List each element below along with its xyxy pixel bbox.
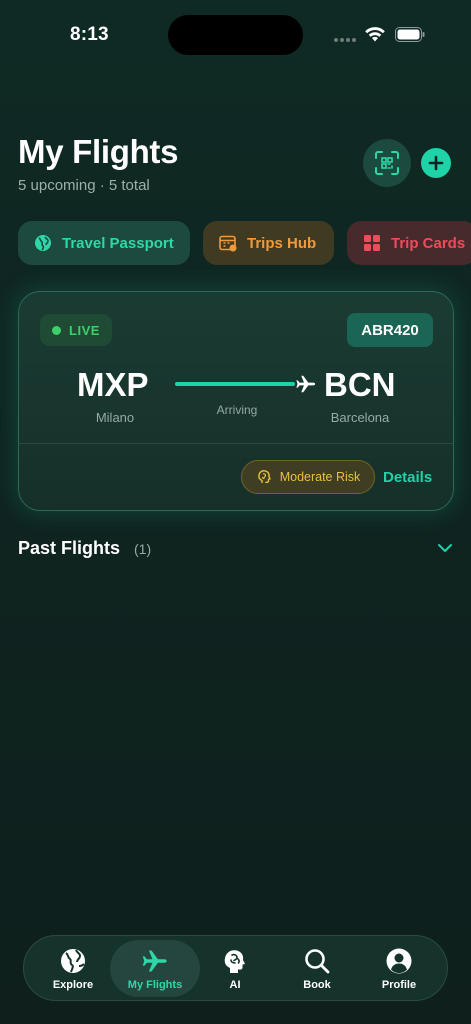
chip-label: Trip Cards bbox=[391, 234, 466, 252]
status-bar: 8:13 bbox=[0, 0, 471, 70]
card-divider bbox=[19, 443, 453, 444]
origin-city: Milano bbox=[95, 410, 135, 425]
route-progress-line bbox=[175, 382, 295, 386]
airplane-icon bbox=[142, 950, 167, 972]
globe-icon bbox=[35, 235, 51, 251]
flight-card[interactable]: LIVE ABR420 MXP Milano Arriving BCN Barc… bbox=[18, 291, 454, 511]
destination-city: Barcelona bbox=[330, 410, 390, 425]
tab-label: AI bbox=[229, 979, 241, 991]
tab-label: Explore bbox=[52, 979, 94, 991]
calendar-icon bbox=[219, 235, 237, 252]
dynamic-island bbox=[168, 15, 303, 55]
tab-label: Profile bbox=[381, 979, 417, 991]
chip-label: Trips Hub bbox=[247, 234, 317, 252]
battery-icon bbox=[395, 27, 425, 42]
brain-icon bbox=[257, 470, 271, 484]
search-icon bbox=[305, 949, 330, 974]
risk-label: Moderate Risk bbox=[279, 470, 361, 484]
tab-label: My Flights bbox=[127, 979, 183, 991]
chip-label: Travel Passport bbox=[62, 234, 174, 252]
tab-book[interactable]: Book bbox=[272, 940, 362, 997]
flights-summary: 5 upcoming · 5 total bbox=[18, 177, 150, 194]
live-dot-icon bbox=[52, 325, 62, 335]
chevron-down-icon[interactable] bbox=[437, 541, 453, 555]
tab-my-flights[interactable]: My Flights bbox=[110, 940, 200, 997]
tab-explore[interactable]: Explore bbox=[28, 940, 118, 997]
person-icon bbox=[386, 948, 412, 974]
qr-scan-icon bbox=[375, 151, 399, 175]
add-flight-button[interactable] bbox=[421, 148, 451, 178]
status-time: 8:13 bbox=[70, 24, 109, 45]
trips-hub-chip[interactable]: Trips Hub bbox=[203, 221, 334, 265]
tab-profile[interactable]: Profile bbox=[354, 940, 444, 997]
flight-number-badge: ABR420 bbox=[347, 313, 433, 347]
tab-label: Book bbox=[303, 979, 331, 991]
globe-icon bbox=[61, 949, 85, 973]
flight-details-link[interactable]: Details bbox=[383, 469, 432, 486]
scan-boarding-pass-button[interactable] bbox=[363, 139, 411, 187]
brain-icon bbox=[224, 950, 245, 973]
cellular-signal-icon bbox=[334, 38, 356, 42]
grid-icon bbox=[364, 235, 380, 251]
airplane-icon bbox=[296, 375, 316, 393]
wifi-icon bbox=[365, 27, 385, 42]
past-flights-count: (1) bbox=[134, 541, 152, 557]
route-status-label: Arriving bbox=[216, 403, 258, 417]
tab-ai[interactable]: AI bbox=[190, 940, 280, 997]
risk-badge[interactable]: Moderate Risk bbox=[241, 460, 375, 494]
live-status-badge: LIVE bbox=[40, 314, 112, 346]
travel-passport-chip[interactable]: Travel Passport bbox=[18, 221, 190, 265]
destination-airport-code: BCN bbox=[324, 366, 396, 403]
origin-airport-code: MXP bbox=[77, 366, 149, 403]
tab-bar: Explore My Flights AI Book Profile bbox=[23, 935, 448, 1001]
plus-icon bbox=[428, 155, 444, 171]
page-title: My Flights bbox=[18, 133, 179, 170]
past-flights-header[interactable]: Past Flights bbox=[18, 538, 120, 559]
live-status-label: LIVE bbox=[69, 322, 100, 338]
trip-cards-chip[interactable]: Trip Cards bbox=[347, 221, 471, 265]
